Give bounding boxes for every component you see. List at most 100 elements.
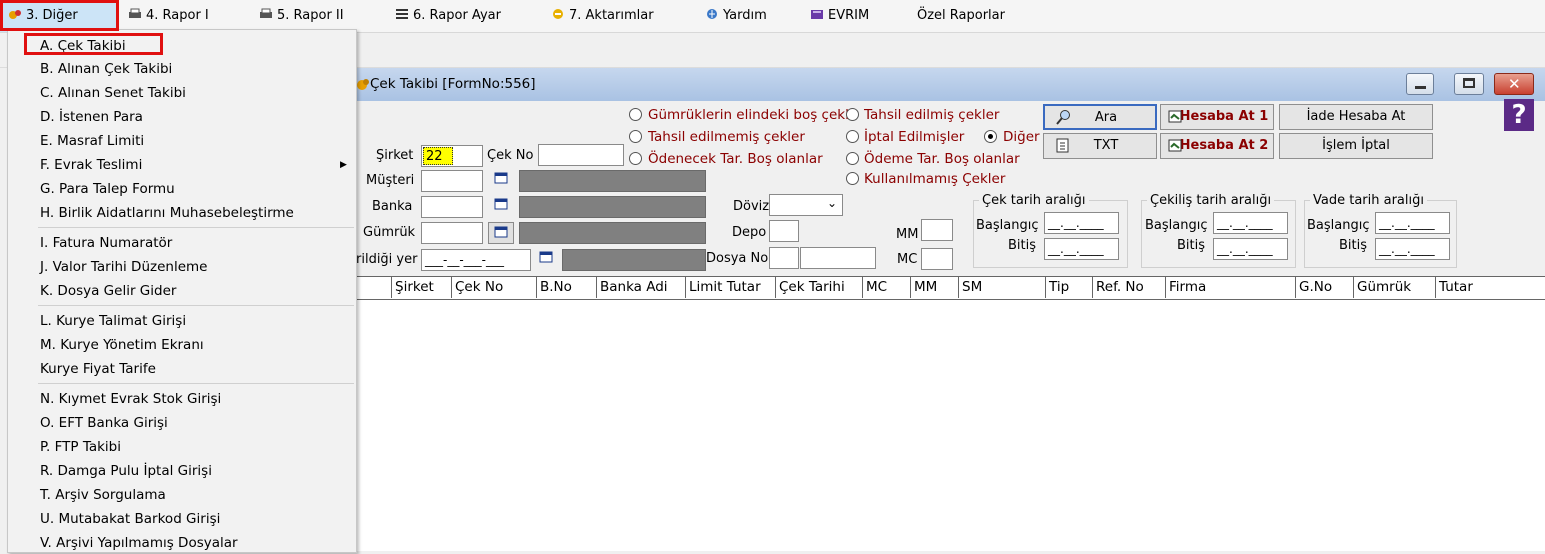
musteri-field[interactable] — [421, 170, 483, 192]
gumruk-field[interactable] — [421, 222, 483, 244]
table-header-indicator — [356, 276, 391, 298]
cek-table[interactable] — [356, 276, 1545, 551]
islem-iptal-button[interactable]: İşlem İptal — [1279, 133, 1433, 159]
menu-item-alinan-cek-takibi[interactable]: B. Alınan Çek Takibi — [40, 58, 172, 80]
cekilis-tarih-start-label: Başlangıç — [1145, 218, 1208, 233]
menu-item-damga-pulu[interactable]: R. Damga Pulu İptal Girişi — [40, 460, 212, 482]
radio-tahsil-edilmemis[interactable] — [629, 130, 642, 143]
menu-rapor-1[interactable]: 4. Rapor I — [128, 0, 209, 32]
submenu-arrow-icon: ▶ — [340, 160, 347, 170]
vade-tarih-end-label: Bitiş — [1339, 238, 1368, 253]
mm-field[interactable] — [921, 219, 953, 241]
ara-button[interactable]: Ara — [1043, 104, 1157, 130]
col-header-cek-no[interactable]: Çek No — [451, 276, 536, 298]
menu-item-evrak-teslimi[interactable]: F. Evrak Teslimi — [40, 154, 142, 176]
hesaba-at-1-button[interactable]: Hesaba At 1 — [1160, 104, 1274, 130]
txt-button[interactable]: TXT — [1043, 133, 1157, 159]
menu-item-kiymet-evrak[interactable]: N. Kıymet Evrak Stok Girişi — [40, 388, 221, 410]
window-close-button[interactable]: ✕ — [1494, 73, 1534, 95]
cek-tarih-start-input[interactable]: __.__.____ — [1044, 212, 1119, 234]
highlight-box-cek-takibi — [24, 33, 163, 55]
window-titlebar[interactable]: Çek Takibi [FormNo:556] — [356, 68, 1545, 101]
sirket-field[interactable]: 22 — [421, 145, 483, 167]
banka-lookup-button[interactable] — [492, 198, 510, 216]
verildigi-date-button[interactable] — [537, 251, 555, 269]
help-question-icon[interactable]: ? — [1504, 99, 1534, 131]
radio-kullanilmamis[interactable] — [846, 172, 859, 185]
export-txt-icon — [1055, 138, 1071, 163]
menu-item-fatura-numarator[interactable]: I. Fatura Numaratör — [40, 232, 172, 254]
printer-icon — [128, 1, 142, 18]
radio-diger[interactable] — [984, 130, 997, 143]
menu-aktarimlar[interactable]: 7. Aktarımlar — [551, 0, 654, 32]
doviz-select[interactable]: ⌄ — [769, 194, 843, 216]
menu-item-istenen-para[interactable]: D. İstenen Para — [40, 106, 143, 128]
col-header-tutar[interactable]: Tutar — [1435, 276, 1545, 298]
menu-item-birlik-aidatlari[interactable]: H. Birlik Aidatlarını Muhasebeleştirme — [40, 202, 294, 224]
col-header-firma[interactable]: Firma — [1165, 276, 1295, 298]
menu-item-dosya-gelir-gider[interactable]: K. Dosya Gelir Gider — [40, 280, 176, 302]
radio-tahsil-edilmemis-label: Tahsil edilmemiş çekler — [648, 129, 805, 145]
cekilis-tarih-end-input[interactable]: __.__.____ — [1213, 238, 1288, 260]
menu-rapor-ayar[interactable]: 6. Rapor Ayar — [395, 0, 501, 32]
col-header-ref-no[interactable]: Ref. No — [1092, 276, 1165, 298]
mc-field[interactable] — [921, 248, 953, 270]
menu-item-ftp-takibi[interactable]: P. FTP Takibi — [40, 436, 121, 458]
menu-rapor-2[interactable]: 5. Rapor II — [259, 0, 344, 32]
dosya-no-field[interactable] — [800, 247, 876, 269]
col-header-b-no[interactable]: B.No — [536, 276, 596, 298]
menu-item-para-talep-formu[interactable]: G. Para Talep Formu — [40, 178, 175, 200]
sirket-label: Şirket — [376, 148, 414, 163]
calendar-icon — [494, 198, 508, 210]
radio-tahsil-edilmis[interactable] — [846, 108, 859, 121]
col-header-sm[interactable]: SM — [958, 276, 1045, 298]
col-header-banka-adi[interactable]: Banka Adi — [596, 276, 685, 298]
col-header-g-no[interactable]: G.No — [1295, 276, 1353, 298]
col-header-tip[interactable]: Tip — [1045, 276, 1092, 298]
menu-yardim[interactable]: Yardım — [705, 0, 767, 32]
minimize-icon — [1415, 86, 1426, 89]
verildigi-yer-field[interactable]: ___-__-___-___ — [421, 249, 531, 271]
menu-item-eft-banka[interactable]: O. EFT Banka Girişi — [40, 412, 168, 434]
vade-tarih-start-input[interactable]: __.__.____ — [1375, 212, 1450, 234]
menu-ozel-raporlar[interactable]: Özel Raporlar — [917, 0, 1005, 32]
menu-item-kurye-yonetim[interactable]: M. Kurye Yönetim Ekranı — [40, 334, 204, 356]
col-header-mc[interactable]: MC — [862, 276, 910, 298]
menu-item-arsiv-sorgulama[interactable]: T. Arşiv Sorgulama — [40, 484, 166, 506]
menu-item-kurye-fiyat-tarife[interactable]: Kurye Fiyat Tarife — [40, 358, 156, 380]
col-header-gumruk[interactable]: Gümrük — [1353, 276, 1435, 298]
radio-odeme-bos[interactable] — [846, 152, 859, 165]
depo-field[interactable] — [769, 220, 799, 242]
menu-item-mutabakat-barkod[interactable]: U. Mutabakat Barkod Girişi — [40, 508, 220, 530]
hesaba-at-2-button[interactable]: Hesaba At 2 — [1160, 133, 1274, 159]
cekilis-tarih-start-input[interactable]: __.__.____ — [1213, 212, 1288, 234]
radio-iptal-edilmis[interactable] — [846, 130, 859, 143]
radio-gumruk-bos-cek[interactable] — [629, 108, 642, 121]
transfer-icon — [551, 1, 565, 19]
col-header-cek-tarihi[interactable]: Çek Tarihi — [775, 276, 862, 298]
menu-evrim[interactable]: EVRIM — [810, 0, 869, 32]
menu-separator — [38, 383, 354, 384]
iade-hesaba-at-button[interactable]: İade Hesaba At — [1279, 104, 1433, 130]
window-minimize-button[interactable] — [1406, 73, 1434, 95]
cek-no-field[interactable] — [538, 144, 624, 166]
gumruk-lookup-button[interactable] — [488, 222, 514, 244]
window-maximize-button[interactable] — [1454, 73, 1484, 95]
menu-item-valor-tarihi[interactable]: J. Valor Tarihi Düzenleme — [40, 256, 207, 278]
cek-tarih-end-input[interactable]: __.__.____ — [1044, 238, 1119, 260]
calendar-icon — [494, 172, 508, 184]
menu-item-alinan-senet-takibi[interactable]: C. Alınan Senet Takibi — [40, 82, 186, 104]
col-header-limit-tutar[interactable]: Limit Tutar — [685, 276, 775, 298]
menu-item-masraf-limiti[interactable]: E. Masraf Limiti — [40, 130, 144, 152]
dosya-no-prefix-field[interactable] — [769, 247, 799, 269]
musteri-name-display — [519, 170, 706, 192]
vade-tarih-end-input[interactable]: __.__.____ — [1375, 238, 1450, 260]
radio-odenecek-bos-label: Ödenecek Tar. Boş olanlar — [648, 151, 823, 167]
highlight-box-menu — [0, 0, 119, 31]
col-header-mm[interactable]: MM — [910, 276, 958, 298]
banka-field[interactable] — [421, 196, 483, 218]
menu-item-kurye-talimat[interactable]: L. Kurye Talimat Girişi — [40, 310, 186, 332]
radio-odenecek-bos[interactable] — [629, 152, 642, 165]
col-header-sirket[interactable]: Şirket — [391, 276, 451, 298]
musteri-lookup-button[interactable] — [492, 172, 510, 190]
